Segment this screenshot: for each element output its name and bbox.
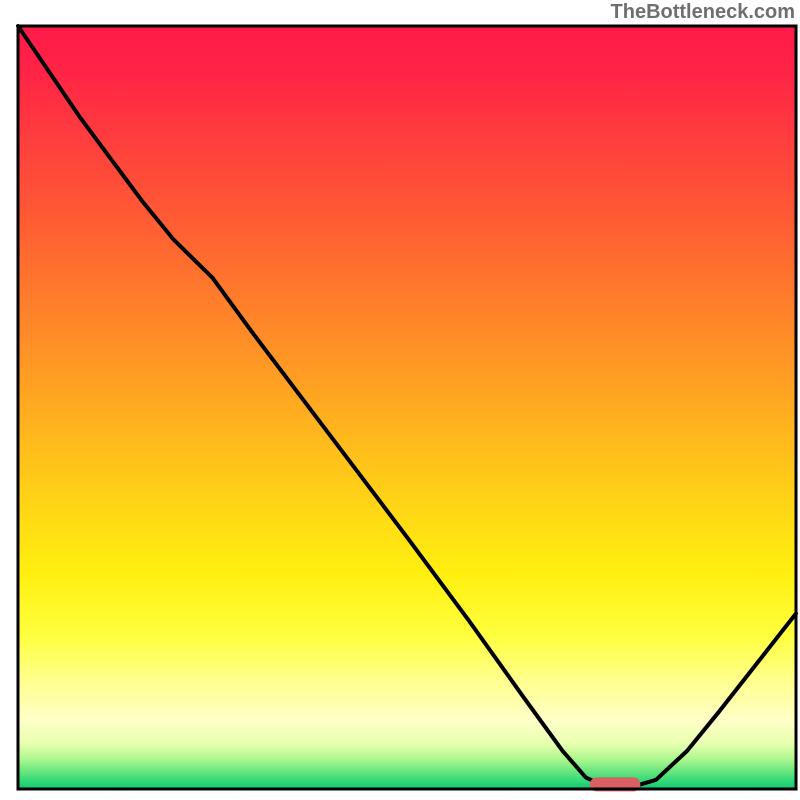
bottleneck-chart: TheBottleneck.com: [0, 0, 800, 800]
watermark-text: TheBottleneck.com: [611, 1, 795, 23]
gradient-background: [18, 26, 796, 789]
